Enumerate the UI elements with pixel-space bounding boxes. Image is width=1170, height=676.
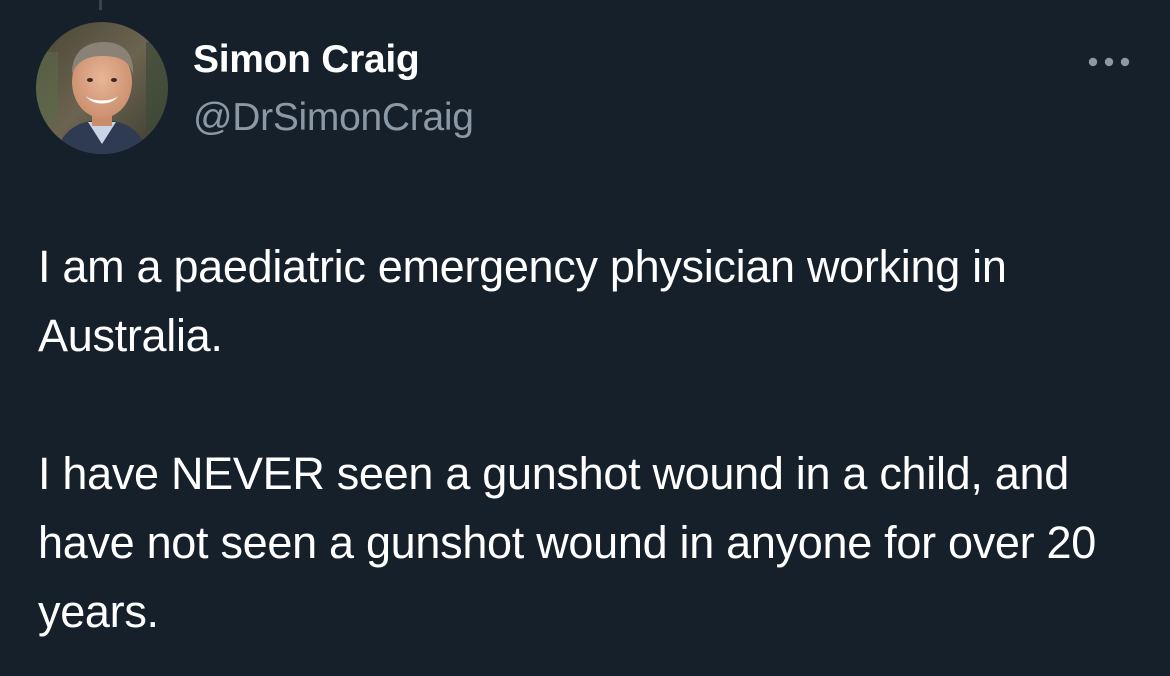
tweet-text: I am a paediatric emergency physician wo… bbox=[38, 232, 1138, 646]
more-options-button[interactable] bbox=[1082, 46, 1136, 78]
tweet: Simon Craig @DrSimonCraig I am a paediat… bbox=[0, 0, 1170, 676]
tweet-paragraph: I am a paediatric emergency physician wo… bbox=[38, 241, 1007, 361]
thread-connector-line bbox=[99, 0, 102, 10]
ellipsis-icon bbox=[1088, 57, 1130, 67]
avatar-image bbox=[36, 22, 168, 154]
author-display-name[interactable]: Simon Craig bbox=[193, 38, 420, 82]
avatar[interactable] bbox=[36, 22, 168, 154]
tweet-paragraph: I have NEVER seen a gunshot wound in a c… bbox=[38, 448, 1096, 637]
author-handle[interactable]: @DrSimonCraig bbox=[193, 96, 474, 140]
